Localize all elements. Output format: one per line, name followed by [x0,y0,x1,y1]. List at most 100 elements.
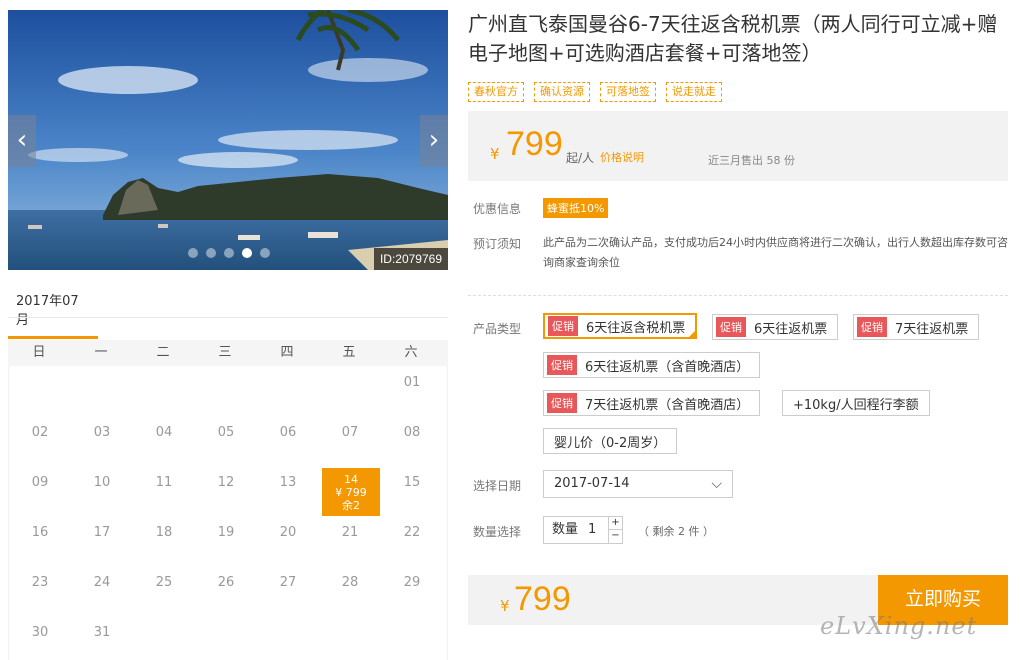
gallery-dot-active[interactable] [242,248,252,258]
option-label: 7天往返机票 [895,321,969,337]
calendar-empty-cell [257,366,319,416]
calendar-empty-cell [195,366,257,416]
calendar-day: 05 [217,425,235,440]
booking-notice-text: 此产品为二次确认产品，支付成功后24小时内供应商将进行二次确认，出行人数超出库存… [543,236,1008,269]
promo-badge: 蜂蜜抵10% [543,198,609,218]
product-tag: 说走就走 [666,82,722,102]
sales-count: 近三月售出 58 份 [708,154,795,167]
sale-tag: 促销 [857,317,887,337]
calendar-day: 13 [279,475,297,490]
price-unit: 起/人 [566,151,595,165]
calendar-day: 24 [93,575,111,590]
weekday-label: 四 [280,345,294,360]
option-extra-baggage[interactable]: +10kg/人回程行李额 [782,390,930,416]
selected-day-box[interactable]: 14 ¥ 799 余2 [322,468,380,516]
calendar-body: 01 02 03 04 05 06 07 08 09 10 11 12 13 14 ¥ 799 余2 15 16 1… [8,366,448,660]
selected-day-day: 14 [344,473,358,486]
calendar-day: 17 [93,525,111,540]
sale-tag: 促销 [547,393,577,413]
option-label: 6天往返含税机票 [586,320,686,336]
calendar-day: 30 [31,625,49,640]
quantity-increase-button[interactable]: + [609,517,622,530]
calendar-day: 18 [155,525,173,540]
price-panel: ¥ 799 起/人 价格说明 近三月售出 58 份 [468,111,1008,181]
product-tag: 春秋官方 [468,82,524,102]
option-infant-price[interactable]: 婴儿价（0-2周岁） [543,428,678,454]
product-tag: 可落地签 [600,82,656,102]
calendar-day: 11 [155,475,173,490]
price-explanation-link[interactable]: 价格说明 [600,149,644,165]
calendar-day: 02 [31,425,49,440]
calendar-day: 15 [403,475,421,490]
quantity-label: 数量选择 [473,525,522,539]
option-6day-ticket[interactable]: 促销 6天往返机票 [712,314,839,340]
quantity-stepper[interactable]: 数量 1 + − [543,516,623,544]
calendar-day: 23 [31,575,49,590]
gallery-dot[interactable] [224,248,234,258]
photo-gallery: ‹ › ID:2079769 [8,10,448,270]
sale-tag: 促销 [547,355,577,375]
date-select[interactable]: 2017-07-14 ⌵ [543,470,733,498]
calendar-day: 25 [155,575,173,590]
quantity-decrease-button[interactable]: − [609,530,622,543]
calendar-day: 28 [341,575,359,590]
calendar-day: 29 [403,575,421,590]
gallery-dot[interactable] [260,248,270,258]
calendar-day: 09 [31,475,49,490]
selected-day-remain: 余2 [342,499,360,512]
calendar-day: 19 [217,525,235,540]
weekday-label: 一 [94,345,108,360]
option-7day-ticket[interactable]: 促销 7天往返机票 [853,314,980,340]
quantity-value[interactable]: 1 [588,517,596,543]
option-label: +10kg/人回程行李额 [793,397,919,413]
gallery-next-button[interactable]: › [420,115,448,167]
select-date-label: 选择日期 [473,479,522,493]
weekday-label: 五 [342,345,356,360]
promo-label: 优惠信息 [473,202,522,216]
gallery-dot[interactable] [206,248,216,258]
chevron-down-icon: ⌵ [711,476,722,492]
weekday-label: 日 [32,345,46,360]
calendar-empty-cell [319,366,381,416]
calendar-day: 26 [217,575,235,590]
calendar-day: 06 [279,425,297,440]
option-7day-ticket-hotel[interactable]: 促销 7天往返机票（含首晚酒店） [543,390,761,416]
departure-calendar: 2017年07月 日 一 二 三 四 五 六 01 02 03 04 05 06 07 08 09 10 11 1… [8,284,448,660]
gallery-photo [8,10,448,270]
section-divider [468,295,1008,296]
currency-symbol: ¥ [500,597,510,615]
calendar-weekday-header: 日一二三四五六 [8,340,448,366]
calendar-day: 12 [217,475,235,490]
calendar-day: 31 [93,625,111,640]
calendar-day: 10 [93,475,111,490]
product-title: 广州直飞泰国曼谷6-7天往返含税机票（两人同行可立减+赠电子地图+可选购酒店套餐… [468,12,998,65]
option-6day-ticket-hotel[interactable]: 促销 6天往返机票（含首晚酒店） [543,352,761,378]
calendar-day: 08 [403,425,421,440]
option-6day-tax-ticket[interactable]: 促销 6天往返含税机票 [543,313,698,339]
option-label: 婴儿价（0-2周岁） [554,435,667,451]
calendar-day: 27 [279,575,297,590]
option-label: 6天往返机票（含首晚酒店） [585,359,750,375]
gallery-pagination [188,248,270,258]
date-value: 2017-07-14 [554,476,630,491]
gallery-prev-button[interactable]: ‹ [8,115,36,167]
image-id-label: ID:2079769 [373,248,448,270]
calendar-month-tab[interactable]: 2017年07月 [8,284,98,339]
sale-tag: 促销 [716,317,746,337]
calendar-day: 20 [279,525,297,540]
calendar-grid: 01 02 03 04 05 06 07 08 09 10 11 12 13 14 ¥ 799 余2 15 16 1… [9,366,447,660]
calendar-empty-cell [9,366,71,416]
calendar-day: 04 [155,425,173,440]
price-amount: 799 [506,125,563,163]
calendar-divider [8,317,448,318]
calendar-day: 03 [93,425,111,440]
calendar-empty-cell [71,366,133,416]
product-type-label: 产品类型 [473,322,522,336]
calendar-empty-cell [133,366,195,416]
gallery-dot[interactable] [188,248,198,258]
product-tag: 确认资源 [534,82,590,102]
calendar-day: 07 [341,425,359,440]
calendar-day: 01 [403,375,421,390]
calendar-day: 22 [403,525,421,540]
selected-check-icon [687,329,698,339]
